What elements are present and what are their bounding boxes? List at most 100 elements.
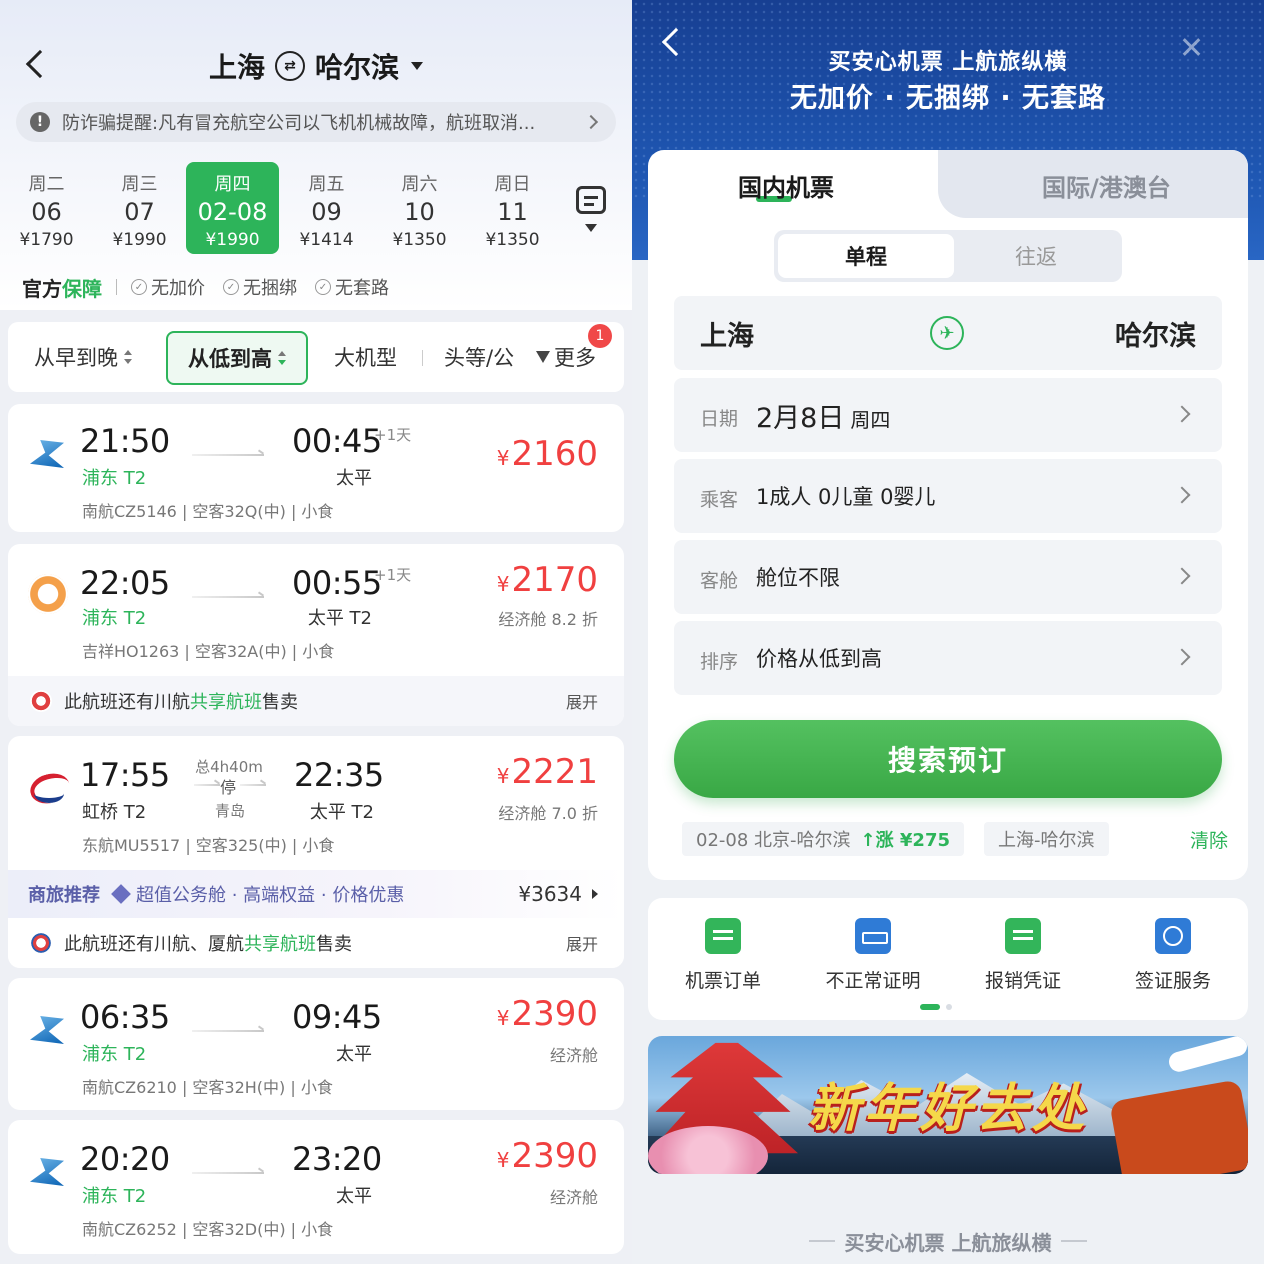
sort-label: 从低到高 [188, 347, 272, 371]
swap-cities-icon[interactable]: ✈ [930, 316, 964, 350]
route-from: 上海 [208, 51, 265, 84]
guarantee-item-label: 无套路 [335, 278, 389, 299]
departure-time: 22:05 [80, 564, 170, 602]
business-price: ¥3634 [518, 882, 598, 906]
sort-early-to-late[interactable]: 从早到晚 [34, 322, 132, 392]
date-weekday: 周二 [28, 174, 65, 195]
date-day: 07 [124, 198, 155, 226]
passenger-field[interactable]: 乘客 1成人 0儿童 0婴儿 [674, 459, 1222, 533]
field-label: 乘客 [700, 489, 739, 511]
divider [808, 1240, 835, 1242]
date-option[interactable]: 周五 09 ¥1414 [280, 162, 373, 254]
filter-first-class[interactable]: 头等/公 [444, 322, 520, 392]
date-option[interactable]: 周日 11 ¥1350 [466, 162, 559, 254]
cabin-discount: 经济舱 8.2 折 [498, 610, 598, 629]
tab-domestic[interactable]: 国内机票 [738, 168, 834, 203]
flight-card[interactable]: 22:05 浦东 T2 00:55 +1天 太平 T2 ¥2170 经济舱 8.… [8, 544, 624, 726]
codeshare-text: 此航班还有川航 [64, 692, 190, 713]
diamond-icon [111, 884, 131, 904]
arrival-time: 23:20 [292, 1140, 382, 1178]
quick-item-orders[interactable]: 机票订单 [648, 918, 798, 993]
cabin-field[interactable]: 客舱 舱位不限 [674, 540, 1222, 614]
search-button[interactable]: 搜索预订 [674, 720, 1222, 798]
filter-large-aircraft[interactable]: 大机型 [334, 322, 397, 392]
quick-services: 机票订单 不正常证明 报销凭证 签证服务 [648, 898, 1248, 1020]
more-filters-button[interactable]: 更多 [536, 322, 596, 392]
arrival-city[interactable]: 哈尔滨 [1115, 314, 1196, 353]
filter-count-badge: 1 [588, 324, 612, 348]
date-option[interactable]: 周二 06 ¥1790 [0, 162, 93, 254]
date-weekday: 周三 [121, 174, 158, 195]
guarantee-title: 官方 [22, 276, 62, 301]
arrival-airport: 太平 T2 [307, 608, 372, 629]
round-trip-option[interactable]: 往返 [954, 234, 1118, 278]
flight-price: ¥2221 [497, 752, 598, 792]
route-title[interactable]: 上海 ⇄ 哈尔滨 [0, 44, 632, 88]
date-day: 11 [497, 198, 528, 226]
check-shield-icon: ✓ [223, 279, 239, 295]
quick-item-label: 不正常证明 [825, 970, 921, 992]
page-dot [946, 1004, 952, 1010]
date-option[interactable]: 周六 10 ¥1350 [373, 162, 466, 254]
chevron-down-icon [585, 224, 597, 232]
tab-international[interactable]: 国际/港澳台 [1042, 168, 1171, 203]
sort-field[interactable]: 排序 价格从低到高 [674, 621, 1222, 695]
cabin-class: 经济舱 [549, 1188, 598, 1207]
codeshare-row[interactable]: 此航班还有川航 共享航班 售卖 展开 [8, 676, 624, 726]
divider [116, 279, 117, 295]
history-chip[interactable]: 02-08 北京-哈尔滨 ↑涨 ¥275 [682, 822, 964, 856]
sort-low-to-high[interactable]: 从低到高 [166, 331, 308, 385]
price-value: 2390 [511, 1136, 598, 1176]
date-day: 09 [311, 198, 342, 226]
sichuan-airlines-icon [30, 690, 52, 712]
fraud-notice-banner[interactable]: ! 防诈骗提醒:凡有冒充航空公司以飞机机械故障，航班取消... [16, 102, 616, 142]
codeshare-link: 共享航班 [244, 934, 316, 955]
date-price: ¥1350 [485, 230, 540, 250]
flight-card[interactable]: 20:20 浦东 T2 23:20 太平 ¥2390 经济舱 南航CZ6252 … [8, 1120, 624, 1254]
quick-item-irregular[interactable]: 不正常证明 [798, 918, 948, 993]
business-recommendation[interactable]: 商旅推荐 超值公务舱 · 高端权益 · 价格优惠 ¥3634 [8, 870, 624, 918]
flight-card[interactable]: 21:50 浦东 T2 00:45 +1天 太平 ¥2160 南航CZ5146 … [8, 404, 624, 532]
departure-city[interactable]: 上海 [700, 314, 754, 353]
expand-button[interactable]: 展开 [566, 931, 598, 955]
history-chip[interactable]: 上海-哈尔滨 [984, 822, 1109, 856]
route-to: 哈尔滨 [315, 51, 400, 84]
china-eastern-logo [28, 766, 68, 806]
date-field[interactable]: 日期 2月8日 周四 [674, 378, 1222, 452]
price-value: 2160 [511, 434, 598, 474]
date-option-selected[interactable]: 周四 02-08 ¥1990 [186, 162, 279, 254]
flight-card[interactable]: 06:35 浦东 T2 09:45 太平 ¥2390 经济舱 南航CZ6210 … [8, 978, 624, 1110]
date-option[interactable]: 周三 07 ¥1990 [93, 162, 186, 254]
expand-button[interactable]: 展开 [566, 689, 598, 713]
divider [1061, 1240, 1088, 1242]
clear-history-button[interactable]: 清除 [1190, 826, 1228, 853]
divider [422, 350, 423, 366]
field-value: 舱位不限 [756, 566, 840, 590]
quick-item-visa[interactable]: 签证服务 [1098, 918, 1248, 993]
flight-meta: 东航MU5517 | 空客325(中) | 小食 [82, 836, 335, 855]
route-swap-icon: ⇄ [275, 51, 305, 81]
field-label: 排序 [700, 651, 739, 673]
codeshare-link: 共享航班 [190, 692, 262, 713]
promo-banner[interactable]: 新年好去处 [648, 1036, 1248, 1174]
date-weekday: 周五 [308, 174, 345, 195]
quick-item-receipt[interactable]: 报销凭证 [948, 918, 1098, 993]
arrival-time: 00:45 [292, 422, 382, 460]
calendar-button[interactable] [560, 168, 620, 248]
one-way-option[interactable]: 单程 [778, 234, 954, 278]
hero-title: 无加价 · 无捆绑 · 无套路 [789, 83, 1107, 114]
departure-time: 21:50 [80, 422, 170, 460]
history-route: 上海-哈尔滨 [998, 830, 1095, 851]
china-southern-logo [28, 434, 68, 474]
info-icon: ! [30, 112, 50, 132]
booking-card: 国内机票 国际/港澳台 单程 往返 上海 ✈ 哈尔滨 日期 2月8日 周四 乘客 … [648, 150, 1248, 880]
codeshare-row[interactable]: 此航班还有川航、厦航 共享航班 售卖 展开 [8, 918, 624, 968]
departure-airport: 虹桥 T2 [82, 802, 147, 823]
chevron-right-icon [1173, 486, 1191, 504]
sort-bar: 从早到晚 从低到高 大机型 头等/公 更多 1 [8, 322, 624, 392]
flight-card[interactable]: 17:55 虹桥 T2 总4h40m 停 青岛 22:35 太平 T2 ¥222… [8, 736, 624, 968]
flight-meta: 吉祥HO1263 | 空客32A(中) | 小食 [82, 642, 335, 661]
field-label: 客舱 [700, 570, 739, 592]
date-day: 10 [404, 198, 435, 226]
flight-meta: 南航CZ6252 | 空客32D(中) | 小食 [82, 1220, 334, 1239]
